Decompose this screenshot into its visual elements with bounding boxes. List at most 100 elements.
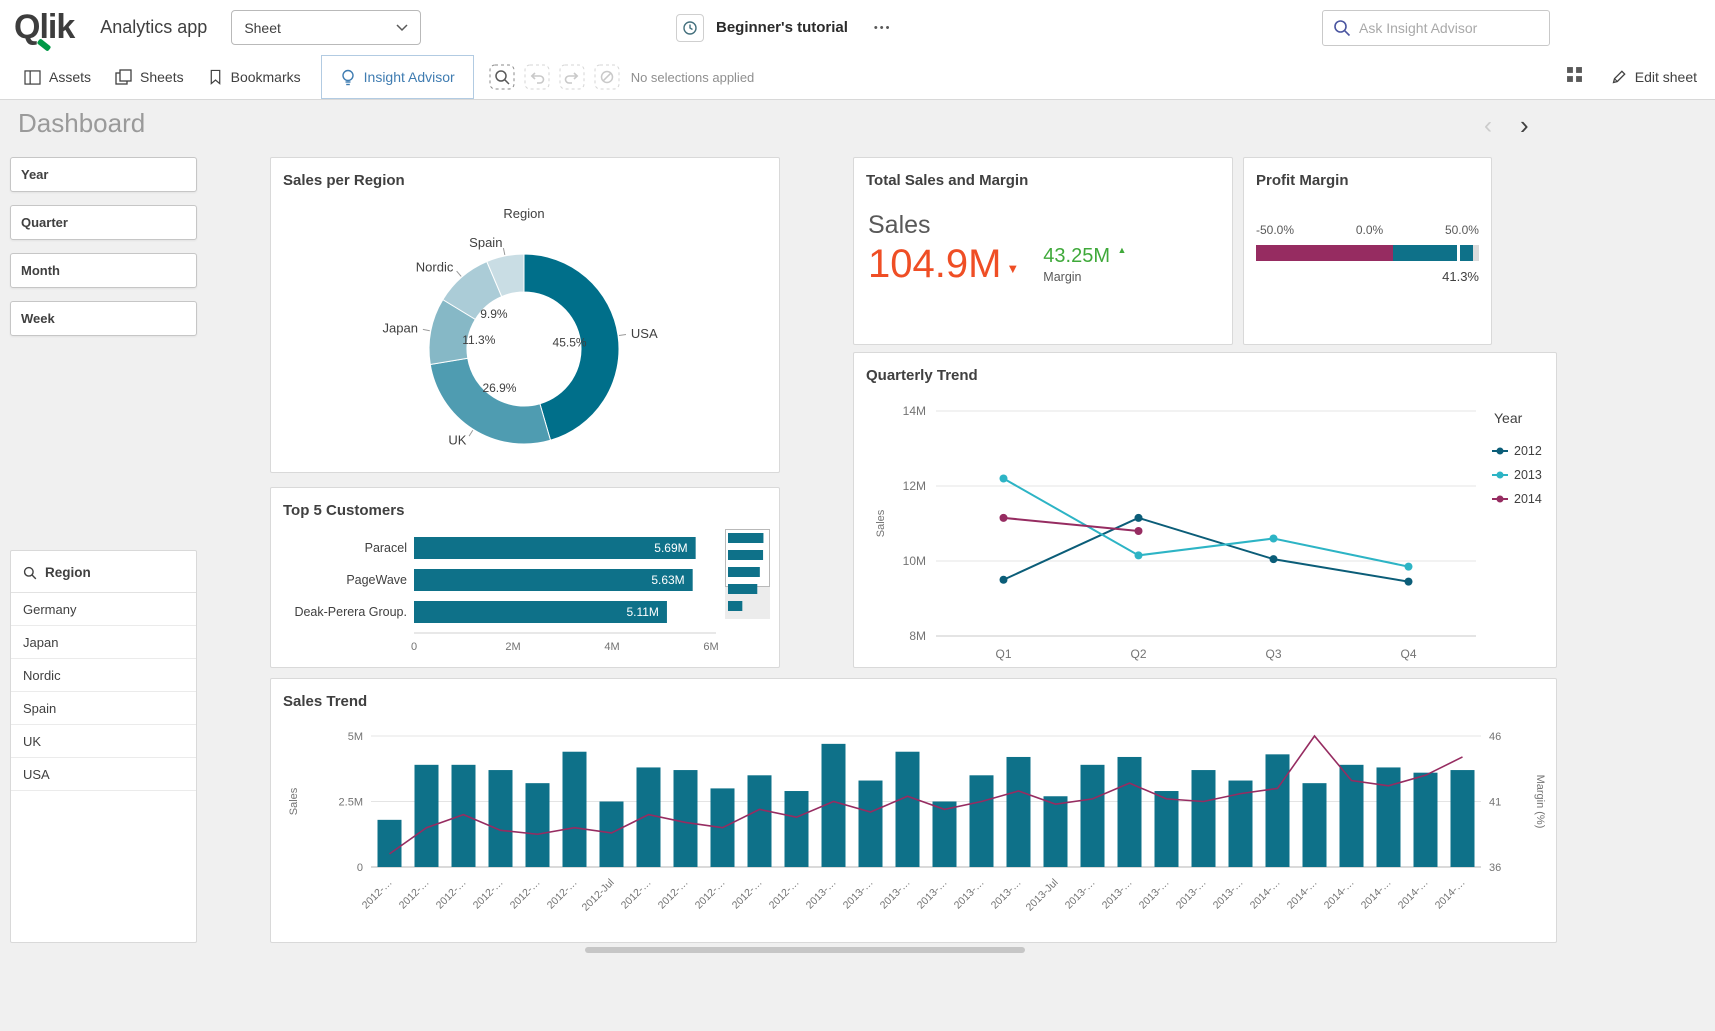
svg-text:5.69M: 5.69M — [654, 541, 687, 555]
bookmarks-button[interactable]: Bookmarks — [208, 69, 301, 85]
previous-sheet-chevron-icon: ‹ — [1484, 112, 1492, 140]
svg-text:2012: 2012 — [1514, 444, 1542, 458]
svg-text:2013-…: 2013-… — [989, 877, 1024, 912]
top-bar: Qlik Analytics app Sheet Beginner's tuto… — [0, 0, 1715, 55]
clear-selections-icon — [593, 63, 621, 91]
svg-text:2013-…: 2013-… — [1174, 877, 1209, 912]
filter-listbox-week[interactable]: Week — [10, 301, 197, 336]
svg-text:2012-…: 2012-… — [656, 877, 691, 912]
gauge-segment — [1460, 245, 1473, 261]
selection-status-text: No selections applied — [631, 70, 755, 85]
horizontal-scrollbar-thumb[interactable] — [585, 947, 1025, 953]
svg-text:2012-…: 2012-… — [619, 877, 654, 912]
assets-panel-icon — [24, 70, 41, 85]
svg-text:2012-…: 2012-… — [730, 877, 765, 912]
sales-per-region-card: Sales per Region USA45.5%UK26.9%Japan11.… — [270, 157, 780, 473]
insight-advisor-search[interactable] — [1322, 10, 1550, 46]
svg-text:4M: 4M — [604, 641, 619, 653]
svg-text:46: 46 — [1489, 731, 1501, 743]
top-5-customers-bar-chart[interactable]: 02M4M6MParacel5.69MPageWave5.63MDeak-Per… — [271, 518, 723, 668]
filter-listbox-quarter[interactable]: Quarter — [10, 205, 197, 240]
svg-text:2013-Jul: 2013-Jul — [1024, 877, 1061, 914]
selections-search-button[interactable] — [488, 63, 516, 91]
region-option-japan[interactable]: Japan — [11, 626, 196, 659]
next-sheet-chevron-icon[interactable]: › — [1520, 110, 1529, 141]
toolbar-right-group: Edit sheet — [1566, 66, 1697, 88]
svg-text:Deak-Perera Group.: Deak-Perera Group. — [294, 605, 407, 619]
filter-listbox-year[interactable]: Year — [10, 157, 197, 192]
assets-button[interactable]: Assets — [24, 69, 91, 85]
sheet-selector-value: Sheet — [244, 20, 281, 36]
grid-view-icon — [1566, 66, 1583, 83]
kpi-secondary-block: 43.25M ▲ Margin — [1043, 245, 1126, 284]
svg-text:2014-…: 2014-… — [1396, 877, 1431, 912]
app-title: Analytics app — [100, 17, 207, 38]
search-icon — [1333, 19, 1351, 37]
svg-text:2012-…: 2012-… — [767, 877, 802, 912]
step-back-button[interactable] — [523, 63, 551, 91]
bar-chart-scroll-minimap[interactable] — [725, 529, 770, 619]
sheets-label: Sheets — [140, 69, 184, 85]
insight-advisor-button[interactable]: Insight Advisor — [321, 55, 474, 99]
svg-text:Q4: Q4 — [1400, 647, 1416, 661]
kpi-secondary-value: 43.25M — [1043, 245, 1110, 267]
svg-text:5.63M: 5.63M — [651, 573, 684, 587]
sales-trend-card: Sales Trend 02.5M5M3641462012-…2012-…201… — [270, 678, 1557, 943]
svg-text:5M: 5M — [348, 731, 363, 743]
svg-text:Spain: Spain — [469, 235, 502, 250]
svg-text:0: 0 — [411, 641, 417, 653]
svg-text:2012-…: 2012-… — [693, 877, 728, 912]
bookmark-icon — [208, 69, 223, 85]
svg-text:2012-…: 2012-… — [434, 877, 469, 912]
region-listbox-header[interactable]: Region — [11, 551, 196, 593]
sheet-grid-view-button[interactable] — [1566, 66, 1583, 88]
more-options-button[interactable]: ••• — [874, 22, 892, 34]
filter-listbox-month[interactable]: Month — [10, 253, 197, 288]
gauge-segment — [1393, 245, 1457, 261]
svg-text:Q2: Q2 — [1130, 647, 1146, 661]
region-option-germany[interactable]: Germany — [11, 593, 196, 626]
svg-text:2013-…: 2013-… — [841, 877, 876, 912]
chart-title: Profit Margin — [1244, 158, 1491, 189]
bookmarks-label: Bookmarks — [231, 69, 301, 85]
region-option-spain[interactable]: Spain — [11, 692, 196, 725]
chart-title: Total Sales and Margin — [854, 158, 1232, 189]
sales-trend-combo-chart[interactable]: 02.5M5M3641462012-…2012-…2012-…2012-…201… — [271, 713, 1556, 941]
svg-text:0: 0 — [357, 862, 363, 874]
qlik-logo[interactable]: Qlik — [14, 8, 74, 47]
chart-title: Top 5 Customers — [271, 488, 779, 519]
search-input[interactable] — [1359, 20, 1529, 36]
region-option-uk[interactable]: UK — [11, 725, 196, 758]
region-option-usa[interactable]: USA — [11, 758, 196, 791]
step-forward-button[interactable] — [558, 63, 586, 91]
svg-text:PageWave: PageWave — [346, 573, 407, 587]
sheet-content: Dashboard ‹ › Year Quarter Month Week Re… — [0, 100, 1715, 1031]
trend-up-icon: ▲ — [1117, 245, 1126, 255]
quarterly-trend-line-chart[interactable]: 8M10M12M14MQ1Q2Q3Q4SalesYear201220132014 — [854, 393, 1556, 663]
kpi-main-value: 104.9M — [868, 242, 1001, 287]
svg-text:2012-…: 2012-… — [545, 877, 580, 912]
svg-text:2014-…: 2014-… — [1433, 877, 1468, 912]
kpi-body: Sales 104.9M ▼ 43.25M ▲ Margin — [854, 189, 1232, 287]
svg-text:2013-…: 2013-… — [804, 877, 839, 912]
total-sales-margin-kpi-card[interactable]: Total Sales and Margin Sales 104.9M ▼ 43… — [853, 157, 1233, 345]
gauge-bullet-bar[interactable] — [1256, 245, 1479, 261]
gauge-body: -50.0% 0.0% 50.0% 41.3% — [1244, 189, 1491, 284]
sheet-selector-dropdown[interactable]: Sheet — [231, 10, 421, 45]
svg-text:2012-Jul: 2012-Jul — [580, 877, 617, 914]
edit-sheet-button[interactable]: Edit sheet — [1611, 69, 1697, 85]
undo-icon — [523, 63, 551, 91]
insight-advisor-label: Insight Advisor — [364, 69, 455, 85]
trend-down-icon: ▼ — [1006, 261, 1019, 276]
selection-tools — [488, 63, 621, 91]
svg-text:2M: 2M — [505, 641, 520, 653]
svg-text:Q1: Q1 — [995, 647, 1011, 661]
svg-text:2013-…: 2013-… — [915, 877, 950, 912]
region-option-nordic[interactable]: Nordic — [11, 659, 196, 692]
sheets-button[interactable]: Sheets — [115, 69, 184, 85]
gauge-tick-max: 50.0% — [1445, 223, 1479, 237]
svg-text:Japan: Japan — [383, 320, 418, 335]
svg-text:5.11M: 5.11M — [626, 605, 658, 619]
sales-per-region-donut-chart[interactable]: USA45.5%UK26.9%Japan11.3%Nordic9.9%Spain… — [271, 198, 779, 470]
clear-selections-button[interactable] — [593, 63, 621, 91]
